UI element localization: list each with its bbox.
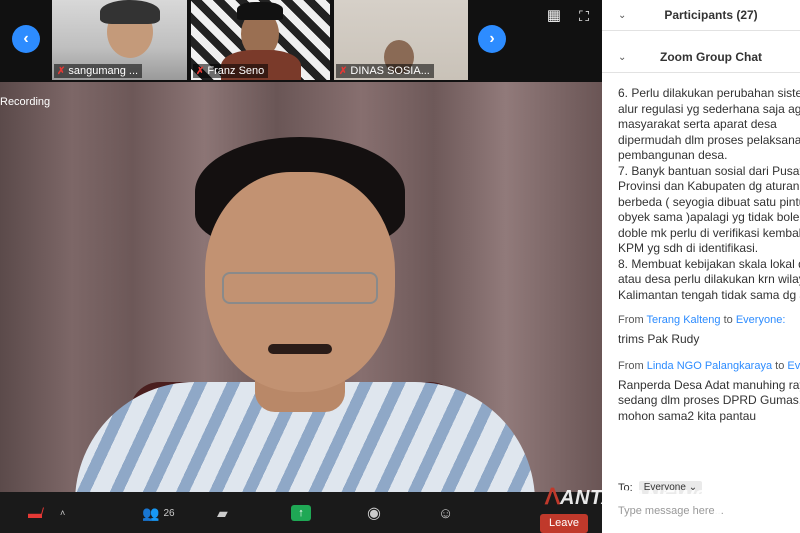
participant-name: sangumang ... — [68, 65, 139, 77]
prev-page-button[interactable]: ‹ — [12, 25, 40, 53]
watermark-text: ANTARANEWS — [560, 487, 708, 509]
participant-thumbnail[interactable]: ✗ DINAS SOSIA... — [334, 0, 468, 80]
meeting-toolbar: ▬̸ ˄ 👥 26 ▰ ↑ ◉ ☺ — [0, 492, 602, 533]
chat-line: sedang dlm proses DPRD Gumas, — [618, 393, 800, 407]
chat-sender-line: From Terang Kalteng to Everyone: — [618, 313, 800, 329]
reactions-icon: ☺ — [438, 504, 454, 522]
mic-muted-icon: ✗ — [196, 65, 205, 77]
fullscreen-icon[interactable]: ⛶ — [576, 8, 592, 24]
chevron-up-icon[interactable]: ˄ — [60, 508, 65, 518]
participant-hair — [100, 0, 160, 24]
chat-messages: 6. Perlu dilakukan perubahan siste alur … — [618, 86, 800, 424]
chat-line: Ranperda Desa Adat manuhing ray — [618, 377, 800, 392]
next-page-button[interactable]: › — [478, 25, 506, 53]
participant-label: ✗ sangumang ... — [54, 64, 143, 78]
zoom-window: ‹ ✗ sangumang ... ✗ Franz Seno ✗ DINAS S… — [0, 0, 800, 533]
participant-cap — [237, 2, 283, 20]
chat-line: KPM yg sdh di identifikasi. — [618, 241, 759, 255]
mic-muted-icon: ✗ — [57, 65, 66, 77]
gallery-strip: ‹ ✗ sangumang ... ✗ Franz Seno ✗ DINAS S… — [0, 0, 602, 82]
participants-title: Participants (27) — [664, 8, 758, 22]
chat-line: masyarakat serta aparat desa — [618, 117, 777, 131]
participant-thumbnail[interactable]: ✗ Franz Seno — [191, 0, 330, 80]
chat-line: alur regulasi yg sederhana saja aga — [618, 101, 800, 116]
share-screen-icon: ↑ — [291, 505, 311, 521]
participants-header[interactable]: ⌄ Participants (27) — [602, 0, 800, 31]
chat-line: mohon sama2 kita pantau — [618, 408, 757, 423]
chat-sender-line: From Linda NGO Palangkaraya to Everyo — [618, 359, 800, 375]
participant-name: Franz Seno — [207, 65, 265, 77]
mic-muted-icon: ✗ — [339, 65, 348, 77]
to-word: to — [723, 314, 733, 326]
chat-line: 7. Banyk bantuan sosial dari Pusat — [618, 163, 800, 178]
video-toggle-button[interactable]: ▬̸ ˄ — [28, 502, 65, 524]
chat-line: atau desa perlu dilakukan krn wilay — [618, 272, 800, 286]
gallery-view-icon[interactable]: ▦ — [546, 8, 562, 24]
side-panel: ⌄ Participants (27) ⌄ Zoom Group Chat 6.… — [602, 0, 800, 533]
chat-header[interactable]: ⌄ Zoom Group Chat — [602, 42, 800, 73]
participants-button[interactable]: 👥 26 — [142, 502, 175, 524]
chat-line: obyek sama )apalagi yg tidak boleh — [618, 210, 800, 224]
watermark-suffix: .com — [708, 506, 748, 525]
participants-count: 26 — [163, 507, 175, 519]
from-word: From — [618, 314, 647, 326]
chat-title: Zoom Group Chat — [660, 50, 762, 64]
chat-line: Kalimantan tengah tidak sama dg J — [618, 287, 800, 302]
participant-thumbnail[interactable]: ✗ sangumang ... — [52, 0, 187, 80]
chat-line: doble mk perlu di verifikasi kembali — [618, 225, 800, 240]
recipient-name[interactable]: Everyo — [787, 360, 800, 372]
chat-button[interactable]: ▰ — [217, 502, 228, 524]
participant-name: DINAS SOSIA... — [350, 65, 430, 77]
chat-icon: ▰ — [217, 504, 228, 521]
participant-label: ✗ Franz Seno — [193, 64, 269, 78]
chat-line: berbeda ( seyogia dibuat satu pintu — [618, 194, 800, 209]
record-icon: ◉ — [367, 505, 381, 522]
speaker-glasses — [222, 272, 378, 304]
chat-line: trims Pak Rudy — [618, 331, 700, 346]
leave-button[interactable]: Leave — [540, 514, 588, 533]
video-area: ‹ ✗ sangumang ... ✗ Franz Seno ✗ DINAS S… — [0, 0, 602, 533]
recipient-name[interactable]: Everyone: — [736, 314, 786, 326]
video-off-icon: ▬̸ — [28, 505, 42, 521]
to-word: to — [775, 360, 785, 372]
chat-line: Provinsi dan Kabupaten dg aturan — [618, 179, 800, 193]
sender-name[interactable]: Terang Kalteng — [647, 314, 721, 326]
chat-line: 6. Perlu dilakukan perubahan siste — [618, 86, 800, 100]
from-word: From — [618, 360, 647, 372]
sender-name[interactable]: Linda NGO Palangkaraya — [647, 360, 772, 372]
share-screen-button[interactable]: ↑ — [291, 502, 311, 524]
reactions-button[interactable]: ☺ — [438, 502, 453, 524]
chat-line: dipermudah dlm proses pelaksanaa — [618, 132, 800, 147]
participants-icon: 👥 — [142, 504, 160, 521]
chat-line: 8. Membuat kebijakan skala lokal d — [618, 256, 800, 271]
recording-indicator: Recording — [0, 96, 51, 108]
record-button[interactable]: ◉ — [367, 502, 381, 524]
chat-line: pembangunan desa. — [618, 148, 728, 162]
speaker-video — [0, 82, 602, 492]
participant-label: ✗ DINAS SOSIA... — [336, 64, 434, 78]
speaker-mustache — [268, 344, 332, 354]
